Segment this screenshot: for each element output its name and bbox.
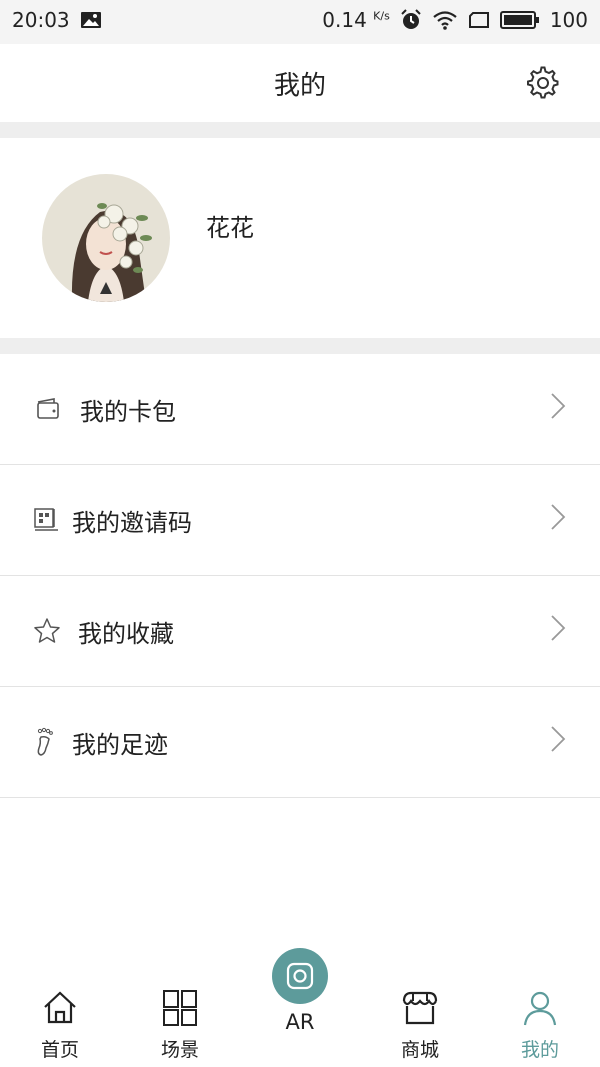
- nav-item-scenes[interactable]: 场景: [120, 977, 240, 1067]
- star-icon: [34, 618, 60, 643]
- chevron-right-icon: [551, 615, 566, 641]
- menu-item-label: 我的收藏: [78, 620, 174, 648]
- nav-item-mine[interactable]: 我的: [480, 977, 600, 1067]
- menu-item-favorites[interactable]: 我的收藏: [0, 576, 600, 687]
- menu-item-label: 我的足迹: [72, 731, 168, 759]
- nav-label: 首页: [40, 1039, 79, 1061]
- profile-card: 花花: [0, 138, 600, 338]
- page-header: 我的: [0, 44, 600, 122]
- home-icon: [44, 991, 76, 1024]
- menu-item-invite-code[interactable]: 我的邀请码: [0, 465, 600, 576]
- screen-icon: [468, 12, 489, 28]
- nav-item-home[interactable]: 首页: [0, 977, 120, 1067]
- status-right: 0.14 K/s 100: [322, 8, 588, 32]
- battery-icon: [499, 11, 539, 29]
- menu-item-footprints[interactable]: 我的足迹: [0, 687, 600, 798]
- user-icon: [523, 991, 557, 1026]
- chevron-right-icon: [551, 393, 566, 419]
- menu-item-label: 我的卡包: [80, 398, 176, 426]
- chevron-right-icon: [551, 726, 566, 752]
- status-left: 20:03: [12, 8, 102, 32]
- battery-level: 100: [549, 8, 588, 32]
- page-title: 我的: [273, 70, 326, 101]
- username: 花花: [206, 214, 254, 242]
- nav-item-store[interactable]: 商城: [360, 977, 480, 1067]
- nav-label: 商城: [400, 1039, 439, 1061]
- menu-item-label: 我的邀请码: [72, 509, 192, 537]
- speed-value: 0.14: [322, 8, 367, 32]
- ar-button[interactable]: [272, 948, 328, 1004]
- menu-item-card-wallet[interactable]: 我的卡包: [0, 354, 600, 465]
- qrcode-icon: [34, 508, 58, 531]
- status-bar: 20:03 0.14 K/s 100: [0, 0, 600, 44]
- nav-label: 我的: [520, 1039, 559, 1061]
- wifi-icon: [433, 11, 457, 30]
- footprint-icon: [37, 727, 53, 756]
- alarm-icon: [401, 9, 421, 29]
- image-icon: [80, 12, 101, 28]
- section-divider: [0, 122, 600, 138]
- wallet-icon: [37, 398, 59, 419]
- settings-button[interactable]: [526, 66, 560, 100]
- nav-label: 场景: [160, 1039, 199, 1061]
- menu-list: 我的卡包 我的邀请码 我的收藏 我的足迹: [0, 354, 600, 798]
- store-icon: [402, 991, 438, 1025]
- speed-unit: K/s: [373, 9, 390, 23]
- chevron-right-icon: [551, 504, 566, 530]
- network-speed: 0.14 K/s: [322, 8, 390, 32]
- grid-icon: [163, 990, 197, 1026]
- section-divider: [0, 338, 600, 354]
- avatar[interactable]: [42, 174, 170, 302]
- ar-label: AR: [285, 1010, 315, 1034]
- camera-icon: [286, 962, 314, 990]
- status-time: 20:03: [12, 8, 70, 32]
- avatar-illustration: [42, 174, 170, 302]
- gear-icon: [527, 66, 559, 99]
